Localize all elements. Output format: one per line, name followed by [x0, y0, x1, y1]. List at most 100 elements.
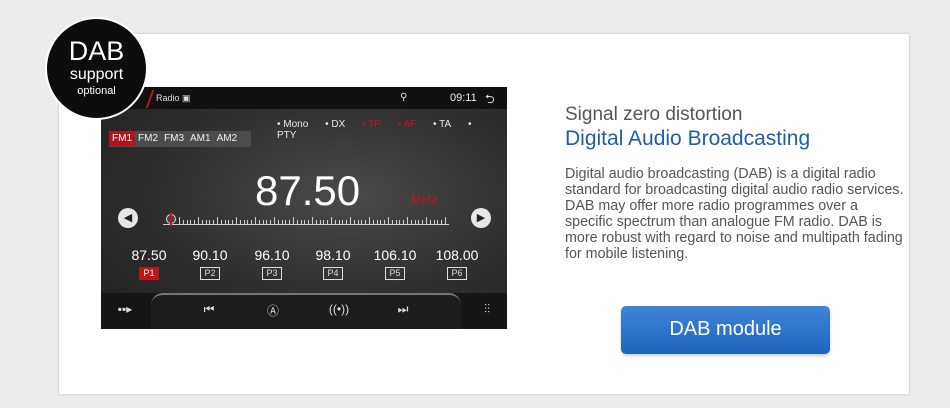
preset-3[interactable]: 96.10 P3	[242, 247, 302, 281]
scale-tick	[266, 220, 268, 225]
band-am1[interactable]: AM1	[187, 131, 214, 146]
scale-tick	[391, 220, 393, 225]
scale-tick	[353, 220, 355, 225]
scale-tick	[277, 220, 279, 225]
scale-tick	[403, 220, 405, 225]
scale-tick	[414, 220, 416, 225]
flag-tp[interactable]: • TP	[362, 119, 388, 130]
badge-note: optional	[77, 85, 116, 97]
scale-tick	[209, 220, 211, 225]
scale-tick	[205, 220, 207, 225]
rds-flags: • Mono • DX • TP • AF • TA • PTY	[277, 119, 507, 141]
scale-tick	[186, 220, 188, 225]
equalizer-icon[interactable]: ⫶⫶	[475, 302, 499, 317]
preset-2[interactable]: 90.10 P2	[180, 247, 240, 281]
more-icon[interactable]: ▪▪▸	[113, 302, 137, 316]
scale-tick	[369, 217, 370, 225]
scale-tick	[361, 220, 363, 225]
preset-6[interactable]: 108.00 P6	[427, 247, 487, 281]
scale-tick	[384, 220, 386, 225]
scale-tick	[255, 217, 256, 225]
scale-tick	[429, 220, 431, 225]
scale-tick	[376, 220, 378, 225]
badge-subtitle: support	[69, 66, 124, 83]
scale-tick	[319, 220, 321, 225]
scale-tick	[372, 220, 374, 225]
preset-label: P5	[385, 267, 405, 280]
scale-tick	[258, 220, 260, 225]
flag-dx[interactable]: • DX	[325, 119, 352, 130]
flag-af[interactable]: • AF	[398, 119, 424, 130]
scale-tick	[323, 220, 325, 225]
scale-tick	[357, 220, 359, 225]
scale-tick	[236, 217, 237, 225]
previous-icon[interactable]: ⏮	[197, 302, 221, 317]
scale-tick	[407, 217, 408, 225]
scale-tick	[433, 220, 435, 225]
preset-label: P3	[262, 267, 282, 280]
scale-tick	[274, 217, 275, 225]
frequency-display: 87.50	[255, 167, 361, 214]
preset-label: P6	[447, 267, 467, 280]
scale-tick	[293, 217, 294, 225]
scale-tick	[300, 220, 302, 225]
seek-down-button[interactable]: ◀	[118, 208, 138, 228]
scale-tick	[251, 220, 253, 225]
active-app-marker	[145, 90, 155, 108]
scale-tick	[342, 220, 344, 225]
scale-tick	[190, 220, 192, 225]
scale-tick	[289, 220, 291, 225]
preset-frequency: 87.50	[131, 247, 167, 263]
band-am2[interactable]: AM2	[214, 131, 241, 146]
auto-search-icon[interactable]: Ⓐ	[261, 302, 285, 319]
scale-tick	[441, 220, 443, 225]
section-description: Digital audio broadcasting (DAB) is a di…	[565, 166, 904, 262]
band-fm1[interactable]: FM1	[109, 131, 135, 146]
back-icon[interactable]: ⮌	[485, 90, 495, 111]
scale-tick	[346, 220, 348, 225]
scale-tick	[315, 220, 317, 225]
scale-tick	[198, 217, 199, 225]
scale-tick	[380, 220, 382, 225]
scale-tick	[232, 220, 234, 225]
flag-ta[interactable]: • TA	[433, 119, 458, 130]
flag-mono[interactable]: • Mono	[277, 119, 315, 130]
scale-tick	[399, 220, 401, 225]
preset-1[interactable]: 87.50 P1	[119, 247, 179, 281]
scale-tick	[182, 220, 184, 225]
radio-screen: Radio ▣ ⚲ 09:11 ⮌ • Mono • DX • TP • AF …	[101, 87, 507, 329]
signal-icon[interactable]: ((•))	[327, 302, 351, 316]
scale-tick	[331, 217, 332, 225]
preset-frequency: 90.10	[192, 247, 228, 263]
seek-up-button[interactable]: ▶	[471, 208, 491, 228]
scale-tick	[365, 220, 367, 225]
dab-module-button[interactable]: DAB module	[621, 306, 830, 354]
scale-tick	[437, 220, 439, 225]
band-selector: FM1 FM2 FM3 AM1 AM2	[109, 131, 251, 147]
dab-support-badge: DAB support optional	[45, 17, 148, 120]
scale-tick	[410, 220, 412, 225]
next-icon[interactable]: ⏭	[391, 302, 415, 317]
badge-title: DAB	[68, 36, 125, 66]
tuning-scale[interactable]	[163, 211, 449, 226]
scale-tick	[224, 220, 226, 225]
preset-label: P1	[139, 267, 159, 280]
scale-tick	[445, 217, 446, 225]
scale-tick	[426, 217, 427, 225]
scale-tick	[243, 220, 245, 225]
scale-tick	[418, 220, 420, 225]
preset-label: P2	[200, 267, 220, 280]
preset-4[interactable]: 98.10 P4	[303, 247, 363, 281]
scale-tick	[262, 220, 264, 225]
scale-tick	[388, 217, 389, 225]
band-fm3[interactable]: FM3	[161, 131, 187, 146]
scale-tick	[194, 220, 196, 225]
scale-tick	[220, 220, 222, 225]
scale-tick	[308, 220, 310, 225]
preset-5[interactable]: 106.10 P5	[365, 247, 425, 281]
preset-frequency: 98.10	[315, 247, 351, 263]
scale-tick	[228, 220, 230, 225]
clock: 09:11	[450, 92, 477, 104]
scale-tick	[179, 217, 180, 225]
band-fm2[interactable]: FM2	[135, 131, 161, 146]
